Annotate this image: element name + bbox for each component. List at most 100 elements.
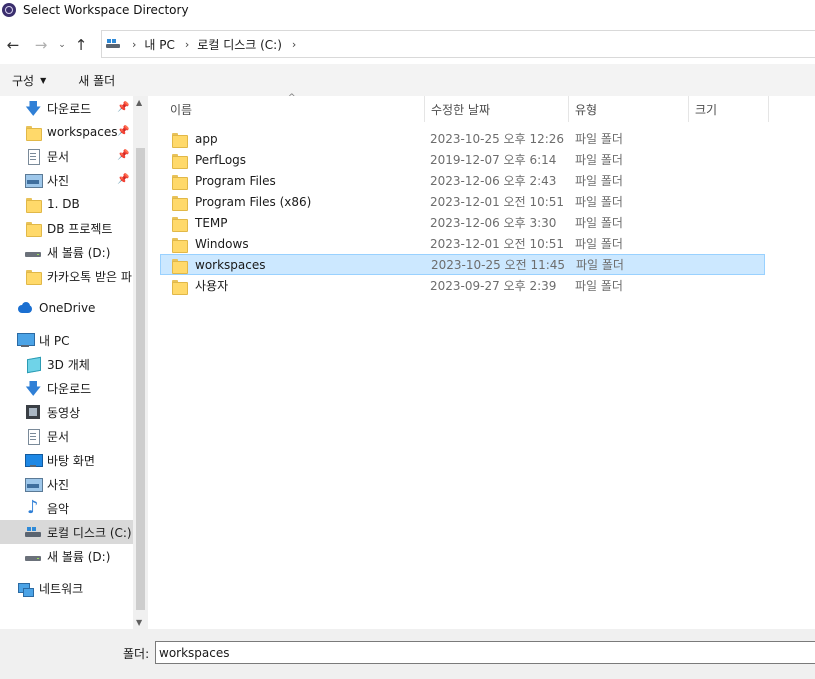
nav-item-volume-d[interactable]: 새 볼륨 (D:) [0,544,133,568]
nav-item-label: OneDrive [39,301,96,315]
folder-icon [171,278,188,295]
document-icon [25,148,41,165]
address-bar[interactable]: › 내 PC › 로컬 디스크 (C:) › [101,30,815,58]
column-header-date[interactable]: 수정한 날짜 [425,96,569,122]
nav-item-desktop[interactable]: 바탕 화면 [0,448,133,472]
3d-objects-icon [25,356,41,372]
nav-item-onedrive[interactable]: OneDrive [0,296,133,320]
pin-icon: 📌 [117,150,130,161]
folder-icon [25,220,42,237]
folder-icon [25,196,42,213]
nav-item-local-disk-c[interactable]: 로컬 디스크 (C:) [0,520,133,544]
nav-item-label: 바탕 화면 [47,453,95,468]
scroll-down-arrow-icon[interactable]: ▼ [136,618,142,627]
file-date: 2023-09-27 오후 2:39 [430,279,557,293]
folder-icon [25,124,42,141]
nav-item-label: 문서 [47,149,70,164]
file-row[interactable]: app 2023-10-25 오후 12:26 파일 폴더 [160,128,765,149]
file-name: PerfLogs [195,152,247,167]
nav-item-label: DB 프로젝트 [47,221,113,236]
file-row[interactable]: TEMP 2023-12-06 오후 3:30 파일 폴더 [160,212,765,233]
nav-item-downloads-pinned[interactable]: 다운로드 📌 [0,96,133,125]
file-row[interactable]: 사용자 2023-09-27 오후 2:39 파일 폴더 [160,275,765,296]
breadcrumb-chevron-icon[interactable]: › [292,38,296,51]
nav-item-label: 다운로드 [47,101,92,116]
window-title: Select Workspace Directory [23,3,189,17]
nav-item-kakaotalk-received[interactable]: 카카오톡 받은 파 [0,264,133,288]
nav-item-label: 1. DB [47,197,80,211]
nav-item-downloads[interactable]: 다운로드 [0,376,133,405]
file-name: Program Files [195,173,276,188]
file-name: workspaces [195,257,266,272]
footer-bar: 폴더: [0,629,815,679]
drive-icon [25,548,41,564]
pin-icon: 📌 [117,102,130,113]
network-icon [17,580,34,597]
navigation-scrollbar[interactable]: ▲ ▼ [133,96,148,629]
nav-item-volume-d-quick[interactable]: 새 볼륨 (D:) [0,240,133,264]
nav-item-pictures-pinned[interactable]: 사진 📌 [0,168,133,192]
column-header-label: 크기 [695,102,718,117]
nav-item-videos[interactable]: 동영상 [0,400,133,424]
nav-item-network[interactable]: 네트워크 [0,576,133,600]
sort-ascending-icon: ^ [288,93,296,103]
column-header-name[interactable]: 이름 ^ [164,93,425,122]
nav-item-this-pc[interactable]: 내 PC [0,328,133,352]
breadcrumb-chevron-icon[interactable]: › [132,38,136,51]
file-name: 사용자 [195,279,229,293]
file-row[interactable]: Program Files 2023-12-06 오후 2:43 파일 폴더 [160,170,765,191]
file-date: 2023-12-06 오후 2:43 [430,174,557,188]
download-icon [25,98,41,125]
back-arrow-icon[interactable]: ← [3,33,23,57]
file-name: TEMP [195,215,228,230]
file-type: 파일 폴더 [575,153,623,167]
file-row[interactable]: PerfLogs 2019-12-07 오후 6:14 파일 폴더 [160,149,765,170]
nav-item-3d-objects[interactable]: 3D 개체 [0,352,133,376]
nav-item-db-project[interactable]: DB 프로젝트 [0,216,133,240]
nav-item-documents[interactable]: 문서 [0,424,133,448]
file-date: 2023-10-25 오전 11:45 [431,258,566,272]
nav-item-label: 다운로드 [47,381,92,396]
forward-arrow-icon[interactable]: → [31,33,51,57]
nav-item-pictures[interactable]: 사진 [0,472,133,496]
column-header-label: 수정한 날짜 [431,102,491,117]
folder-input[interactable] [155,641,815,664]
file-row[interactable]: Windows 2023-12-01 오전 10:51 파일 폴더 [160,233,765,254]
nav-item-workspaces-pinned[interactable]: workspaces 📌 [0,120,133,144]
nav-item-music[interactable]: 음악 [0,496,133,520]
title-bar: Select Workspace Directory [0,0,815,20]
nav-item-label: 사진 [47,173,70,188]
scrollbar-thumb[interactable] [136,148,145,610]
nav-item-label: 새 볼륨 (D:) [47,245,111,260]
file-row-selected[interactable]: workspaces 2023-10-25 오전 11:45 파일 폴더 [160,254,765,275]
nav-item-label: workspaces [47,125,118,139]
videos-icon [25,404,41,420]
breadcrumb-chevron-icon[interactable]: › [185,38,189,51]
nav-item-1-db[interactable]: 1. DB [0,192,133,216]
folder-icon [171,194,188,211]
breadcrumb-this-pc[interactable]: 내 PC [144,36,174,53]
column-header-size[interactable]: 크기 [689,96,769,122]
scroll-up-arrow-icon[interactable]: ▲ [136,98,142,107]
up-arrow-icon[interactable]: ↑ [71,33,91,57]
organize-button[interactable]: 구성 ▼ [12,72,46,89]
nav-item-documents-pinned[interactable]: 문서 📌 [0,144,133,168]
pin-icon: 📌 [117,174,130,185]
recent-locations-chevron-icon[interactable]: ⌄ [55,33,69,57]
folder-icon [171,131,188,148]
file-date: 2023-10-25 오후 12:26 [430,132,565,146]
music-icon [25,497,41,518]
organize-label: 구성 [12,73,35,88]
file-name: Program Files (x86) [195,194,312,209]
file-list: 이름 ^ 수정한 날짜 유형 크기 app 2023-10-25 오후 12:2… [148,93,815,629]
pictures-icon [25,476,43,492]
new-folder-button[interactable]: 새 폴더 [78,72,115,89]
local-disk-icon [25,524,41,540]
this-pc-icon [17,332,35,348]
navigation-pane: 다운로드 📌 workspaces 📌 문서 📌 사진 📌 1. DB DB 프… [0,96,133,629]
file-type: 파일 폴더 [575,237,623,251]
column-header-type[interactable]: 유형 [569,96,689,122]
file-name: Windows [195,236,249,251]
breadcrumb-local-disk[interactable]: 로컬 디스크 (C:) [197,36,282,53]
file-row[interactable]: Program Files (x86) 2023-12-01 오전 10:51 … [160,191,765,212]
